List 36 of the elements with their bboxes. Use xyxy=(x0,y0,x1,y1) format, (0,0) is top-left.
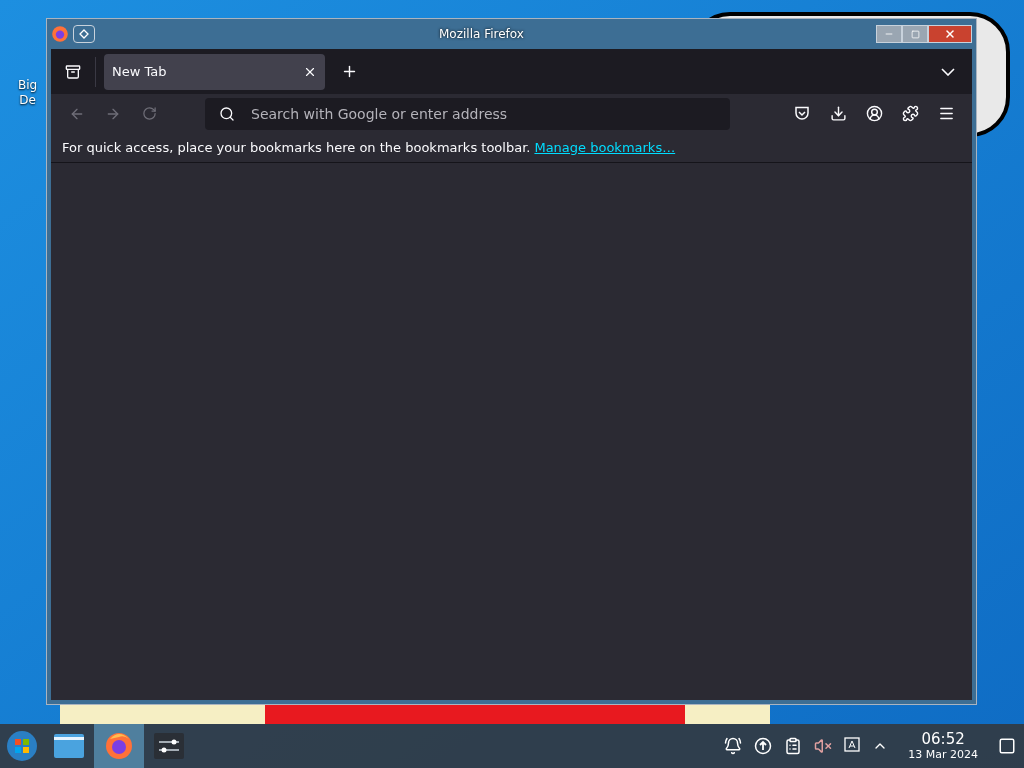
puzzle-icon xyxy=(901,105,919,122)
clock-time: 06:52 xyxy=(921,732,965,747)
desktop-icon-label: Big xyxy=(18,78,38,93)
manage-bookmarks-link[interactable]: Manage bookmarks… xyxy=(534,137,676,158)
pin-button[interactable] xyxy=(73,25,95,43)
update-icon[interactable] xyxy=(754,737,773,755)
browser-tab[interactable]: New Tab xyxy=(104,53,325,90)
pocket-icon xyxy=(794,106,810,121)
keyboard-layout-icon[interactable] xyxy=(844,737,861,755)
folder-icon xyxy=(53,732,85,760)
clipboard-icon[interactable] xyxy=(784,737,803,755)
window-title: Mozilla Firefox xyxy=(439,26,524,43)
bookmarks-message: For quick access, place your bookmarks here on the bookmarks toolbar. xyxy=(62,138,531,157)
maximize-icon xyxy=(910,29,920,39)
firefox-icon xyxy=(104,731,134,761)
address-field[interactable]: Search with Google or enter address xyxy=(205,97,730,130)
clock-date: 13 Mar 2024 xyxy=(908,749,978,760)
muted-speaker-icon[interactable] xyxy=(814,737,833,755)
close-button[interactable] xyxy=(928,25,972,43)
diamond-icon xyxy=(79,29,89,39)
start-orb-icon xyxy=(6,730,38,762)
notification-bell-icon[interactable] xyxy=(724,737,743,755)
menu-icon xyxy=(937,105,955,122)
download-icon xyxy=(829,105,847,122)
account-icon xyxy=(865,105,883,122)
show-desktop-icon[interactable] xyxy=(998,737,1016,755)
archive-icon xyxy=(65,63,81,80)
reload-icon xyxy=(141,106,157,121)
tab-title: New Tab xyxy=(112,62,167,81)
desktop-icon-label: De xyxy=(19,93,36,108)
firefox-icon xyxy=(51,25,69,43)
clock[interactable]: 06:52 13 Mar 2024 xyxy=(900,732,986,760)
close-icon xyxy=(944,28,956,40)
search-icon xyxy=(219,105,235,122)
chevron-down-icon xyxy=(941,67,955,76)
sliders-icon xyxy=(154,733,184,759)
